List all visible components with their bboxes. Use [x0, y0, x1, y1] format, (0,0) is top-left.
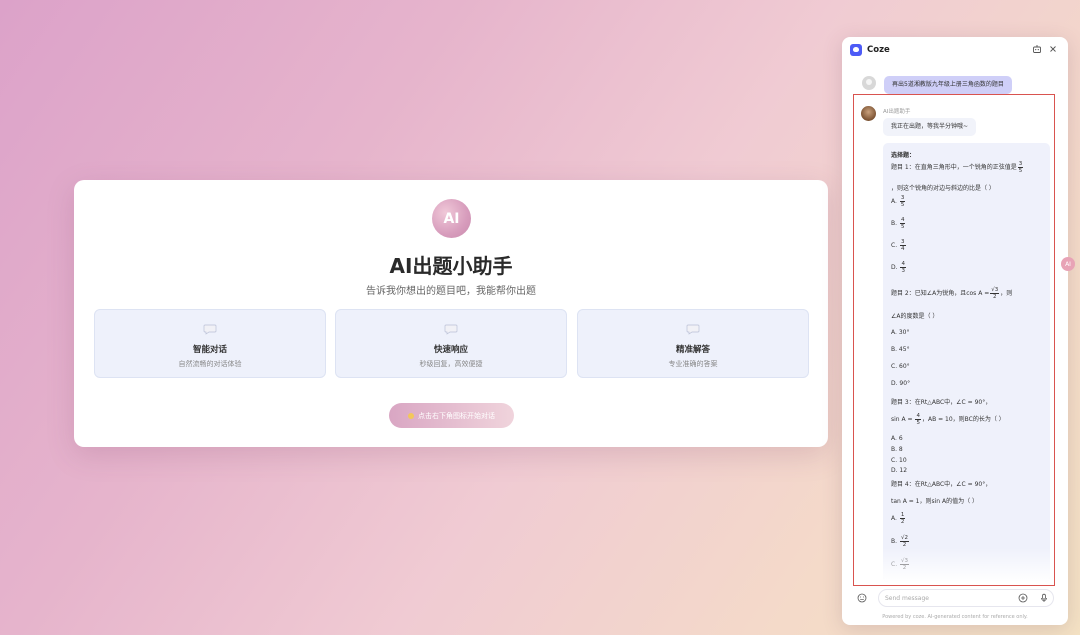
question-4-line2: tan A = 1，则sin A的值为（ ） [891, 498, 979, 505]
chat-bubble-icon [444, 324, 458, 335]
bot-name: AI出题助手 [883, 109, 911, 115]
microphone-icon[interactable] [1039, 593, 1049, 603]
chat-panel-title: Coze [867, 45, 890, 55]
feature-desc: 自然流畅的对话体验 [178, 360, 242, 368]
bot-message: 我正在出题，等我半分钟哦~ [883, 118, 977, 136]
question-1: 题目 1：在直角三角形中，一个锐角的正弦值是 3 5 [891, 161, 1024, 174]
q4-option-c: C. √3 2 [891, 558, 910, 571]
q3-option-b: B. 8 [891, 446, 903, 453]
q2-option-b: B. 45° [891, 346, 910, 353]
q1-option-c: C. 34 [891, 239, 906, 252]
q2-option-a: A. 30° [891, 329, 910, 336]
bot-icon[interactable] [1031, 44, 1042, 55]
chat-bubble-icon [203, 324, 217, 335]
assistant-logo: AI [432, 199, 471, 238]
feature-name: 精准解答 [675, 345, 710, 355]
page-subtitle: 告诉我你想出的题目吧，我能帮你出题 [366, 286, 536, 297]
emoji-icon[interactable] [857, 593, 867, 603]
powered-by-footer: Powered by coze. AI-generated content fo… [882, 614, 1028, 620]
question-2-line2: ∠A的度数是（ ） [891, 313, 939, 320]
q1-option-a: A. 35 [891, 195, 906, 208]
q3-option-c: C. 10 [891, 457, 907, 464]
feature-name: 快速响应 [433, 345, 468, 355]
message-input[interactable] [885, 592, 1005, 604]
page-title: AI出题小助手 [389, 254, 513, 278]
q3-option-a: A. 6 [891, 435, 903, 442]
q2-option-d: D. 90° [891, 380, 911, 387]
question-3-line2: sin A = 4 5 ，AB = 10，则BC的长为（ ） [891, 413, 1005, 426]
floating-chat-badge[interactable]: AI [1061, 257, 1075, 271]
q1-option-d: D. 43 [891, 261, 906, 274]
question-4: 题目 4：在Rt△ABC中，∠C = 90°， [891, 481, 992, 488]
question-3: 题目 3：在Rt△ABC中，∠C = 90°， [891, 399, 992, 406]
q3-option-d: D. 12 [891, 467, 908, 474]
user-message: 再出5道湘教版九年级上册三角函数的题目 [884, 76, 1012, 94]
q4-option-b: B. √2 2 [891, 535, 909, 548]
answer-section-title: 选择题： [891, 152, 916, 159]
feature-card-fast-response: 快速响应 秒级回复，高效便捷 [335, 309, 567, 378]
chat-bubble-icon [686, 324, 700, 335]
feature-card-smart-chat: 智能对话 自然流畅的对话体验 [94, 309, 326, 378]
question-2: 题目 2：已知∠A为锐角，且cos A = √3 2 ，则 [891, 287, 1013, 300]
q2-option-c: C. 60° [891, 363, 910, 370]
q4-option-a: A. 12 [891, 512, 906, 525]
close-icon[interactable] [1047, 44, 1058, 55]
question-1-suffix: ，则这个锐角的对边与斜边的比是（ ） [891, 185, 995, 192]
start-chat-label: 点击右下角图标开始对话 [418, 412, 495, 420]
start-chat-button[interactable]: 点击右下角图标开始对话 [389, 403, 514, 428]
bot-avatar [861, 106, 876, 121]
coze-logo-icon [850, 44, 862, 56]
feature-name: 智能对话 [192, 345, 227, 355]
add-icon[interactable] [1018, 593, 1028, 603]
feature-card-precise-answer: 精准解答 专业准确的答案 [577, 309, 809, 378]
user-avatar [862, 76, 876, 90]
sparkle-icon [408, 412, 414, 419]
q1-option-b: B. 45 [891, 217, 906, 230]
feature-desc: 秒级回复，高效便捷 [419, 360, 483, 368]
feature-desc: 专业准确的答案 [668, 360, 718, 368]
